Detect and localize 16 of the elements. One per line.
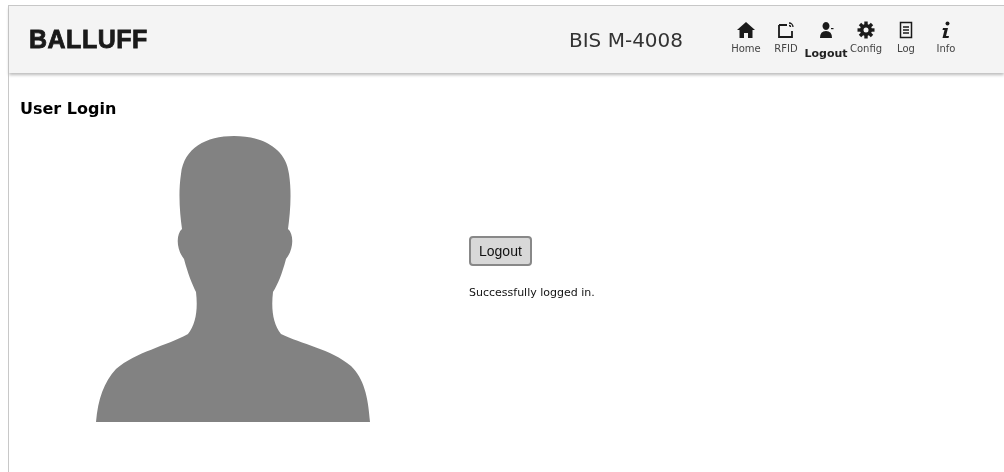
home-icon bbox=[736, 21, 756, 39]
nav-item[interactable]: Home bbox=[726, 19, 766, 54]
device-name: BIS M-4008 bbox=[569, 27, 685, 52]
logout-button[interactable]: Logout bbox=[469, 236, 532, 266]
info-icon bbox=[941, 21, 951, 39]
nav-item[interactable]: RFID bbox=[766, 19, 806, 54]
document-icon bbox=[899, 21, 913, 39]
user-icon bbox=[817, 21, 835, 39]
nav-item[interactable]: Info bbox=[926, 19, 966, 54]
tag-icon bbox=[777, 21, 795, 39]
nav-item[interactable]: Logout bbox=[806, 19, 846, 60]
status-message: Successfully logged in. bbox=[469, 286, 595, 299]
page-title: User Login bbox=[20, 99, 118, 118]
settings-icon bbox=[857, 21, 875, 39]
nav-item[interactable]: Log bbox=[886, 19, 926, 54]
logo: BALLUFF bbox=[29, 25, 149, 54]
